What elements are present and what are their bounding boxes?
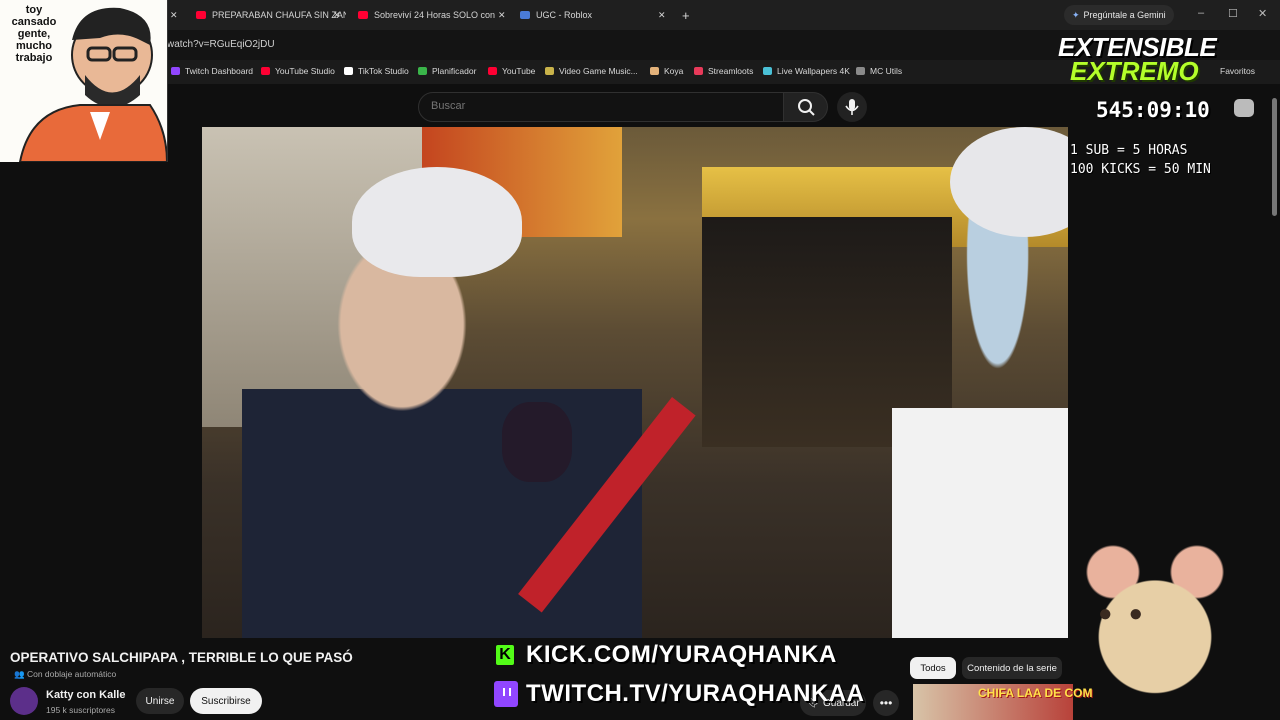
bookmark-label: YouTube Studio bbox=[275, 66, 335, 76]
subscriber-count: 195 k suscriptores bbox=[46, 705, 115, 715]
gemini-label: Pregúntale a Gemini bbox=[1083, 10, 1166, 20]
bookmark-video-game-music[interactable]: Video Game Music... bbox=[545, 66, 638, 76]
youtube-icon bbox=[488, 67, 497, 75]
search-box[interactable] bbox=[418, 92, 784, 122]
bookmark-label: Twitch Dashboard bbox=[185, 66, 254, 76]
microphone-icon bbox=[845, 99, 859, 115]
bookmark-koya[interactable]: Koya bbox=[650, 66, 683, 76]
chip-all[interactable]: Todos bbox=[910, 657, 956, 679]
tab-close-icon[interactable]: ✕ bbox=[498, 5, 510, 25]
video-microphone bbox=[502, 402, 572, 482]
ask-gemini-button[interactable]: ✦ Pregúntale a Gemini bbox=[1064, 5, 1174, 25]
chip-series-content[interactable]: Contenido de la serie bbox=[962, 657, 1062, 679]
video-reporter-figure bbox=[242, 217, 642, 638]
favorites-folder[interactable]: Favoritos bbox=[1220, 66, 1255, 76]
minimize-button[interactable]: – bbox=[1198, 7, 1204, 19]
bookmark-twitch-dashboard[interactable]: Twitch Dashboard bbox=[171, 66, 253, 76]
gemini-sparkle-icon: ✦ bbox=[1072, 9, 1080, 20]
channel-avatar[interactable] bbox=[10, 687, 38, 715]
dubbing-label: 👥 Con doblaje automático bbox=[14, 669, 116, 680]
youtube-favicon-icon bbox=[196, 11, 206, 19]
event-title-line2: EXTREMO bbox=[1070, 56, 1199, 86]
browser-tab-bar: PREPARABAN CHAUFA SIN ZAN ✕ Sobreviví 24… bbox=[0, 0, 1280, 30]
search-icon bbox=[798, 99, 815, 116]
channel-name[interactable]: Katty con Kalle bbox=[46, 689, 125, 701]
tab-preparaban-chaufa[interactable]: PREPARABAN CHAUFA SIN ZAN bbox=[196, 5, 346, 25]
bookmark-youtube-studio[interactable]: YouTube Studio bbox=[261, 66, 335, 76]
tab-sobrevivi-24-horas[interactable]: Sobreviví 24 Horas SOLO con S bbox=[358, 5, 498, 25]
bookmark-label: Live Wallpapers 4K bbox=[777, 66, 850, 76]
planner-icon bbox=[418, 67, 427, 75]
youtube-icon bbox=[261, 67, 270, 75]
bookmark-label: YouTube bbox=[502, 66, 536, 76]
subathon-timer: 545:09:10 bbox=[1096, 98, 1210, 122]
streamer-webcam-overlay: toy cansado gente, mucho trabajo bbox=[0, 0, 169, 163]
cat-eyes-icon: ●● bbox=[1098, 600, 1159, 627]
voice-search-button[interactable] bbox=[837, 92, 867, 122]
tab-close-icon[interactable]: ✕ bbox=[333, 5, 345, 25]
bookmark-mc-utils[interactable]: MC Utils bbox=[856, 66, 902, 76]
url-text[interactable]: watch?v=RGuEqiO2jDU bbox=[167, 39, 275, 50]
bookmark-label: MC Utils bbox=[870, 66, 903, 76]
more-actions-button[interactable]: ••• bbox=[873, 690, 899, 716]
streamer-badge-icon bbox=[1234, 99, 1254, 117]
mc-utils-icon bbox=[856, 67, 865, 75]
tab-label: UGC - Roblox bbox=[536, 10, 593, 20]
search-button[interactable] bbox=[784, 92, 828, 122]
kick-logo-icon: K bbox=[496, 645, 514, 665]
kick-url-text: KICK.COM/YURAQHANKA bbox=[526, 641, 837, 668]
join-button[interactable]: Unirse bbox=[136, 688, 184, 714]
tab-ugc-roblox[interactable]: UGC - Roblox bbox=[520, 5, 660, 25]
rule-kicks-minutes: 100 KICKS = 50 MIN bbox=[1070, 162, 1211, 177]
bookmark-label: TikTok Studio bbox=[358, 66, 409, 76]
roblox-favicon-icon bbox=[520, 11, 530, 19]
tab-label: PREPARABAN CHAUFA SIN ZAN bbox=[212, 10, 346, 20]
wallpaper-icon bbox=[763, 67, 772, 75]
youtube-favicon-icon bbox=[358, 11, 368, 19]
bookmark-streamloots[interactable]: Streamloots bbox=[694, 66, 753, 76]
webcam-caption: toy cansado gente, mucho trabajo bbox=[11, 4, 57, 64]
twitch-logo-icon bbox=[494, 681, 518, 707]
bookmark-planificador[interactable]: Planificador bbox=[418, 66, 476, 76]
music-icon bbox=[545, 67, 554, 75]
bookmark-label: Koya bbox=[664, 66, 684, 76]
bookmark-youtube[interactable]: YouTube bbox=[488, 66, 535, 76]
page-scrollbar[interactable] bbox=[1272, 98, 1277, 216]
tab-close-icon[interactable]: ✕ bbox=[170, 5, 182, 25]
close-window-button[interactable]: ✕ bbox=[1258, 7, 1267, 20]
tab-close-icon[interactable]: ✕ bbox=[658, 5, 670, 25]
dubbing-icon: 👥 bbox=[14, 669, 27, 679]
maximize-button[interactable]: ☐ bbox=[1228, 7, 1238, 20]
bookmark-tiktok-studio[interactable]: TikTok Studio bbox=[344, 66, 409, 76]
video-title: OPERATIVO SALCHIPAPA , TERRIBLE LO QUE P… bbox=[10, 650, 353, 665]
rule-sub-hours: 1 SUB = 5 HORAS bbox=[1070, 143, 1188, 158]
bookmark-label: Streamloots bbox=[708, 66, 754, 76]
bookmark-live-wallpapers[interactable]: Live Wallpapers 4K bbox=[763, 66, 850, 76]
dubbing-text: Con doblaje automático bbox=[26, 669, 117, 679]
koya-icon bbox=[650, 67, 659, 75]
search-input[interactable] bbox=[429, 99, 773, 113]
twitch-icon bbox=[171, 67, 180, 75]
bookmark-label: Video Game Music... bbox=[559, 66, 638, 76]
tiktok-icon bbox=[344, 67, 353, 75]
video-player[interactable] bbox=[202, 127, 1068, 638]
bookmark-label: Planificador bbox=[432, 66, 477, 76]
tab-label: Sobreviví 24 Horas SOLO con S bbox=[374, 10, 498, 20]
twitch-url-text: TWITCH.TV/YURAQHANKAA bbox=[526, 680, 865, 707]
streamloots-icon bbox=[694, 67, 703, 75]
subscribe-button[interactable]: Suscribirse bbox=[190, 688, 262, 714]
video-hairnet bbox=[352, 167, 522, 277]
new-tab-button[interactable]: + bbox=[682, 5, 690, 25]
